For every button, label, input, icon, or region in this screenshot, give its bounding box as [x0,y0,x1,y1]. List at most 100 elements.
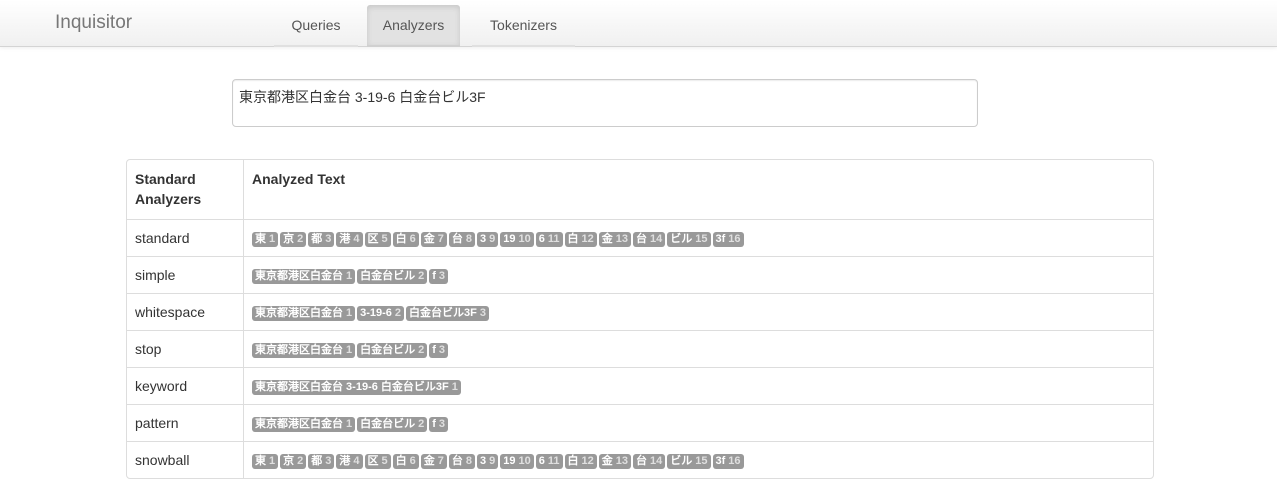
token-text: 白金台ビル [360,343,416,356]
token-position: 9 [489,454,496,467]
token-text: 3f [715,232,726,245]
token-badge: 京2 [280,453,307,469]
token-badge: 東京都港区白金台 1 [252,305,356,321]
token-position: 4 [353,232,360,245]
token-text: 東京都港区白金台 [255,343,343,356]
token-badge: 白6 [392,231,419,247]
token-text: 都 [311,454,323,467]
token-badge: 6 11 [535,453,563,469]
token-position: 11 [547,454,560,467]
token-position: 3 [438,269,446,282]
header-standard-analyzers: Standard Analyzers [127,160,244,219]
token-list: 東 1 京 2 都 3 港 4 区 5 白 6 金 7 台 8 3 9 19 10 6 11 白 12 金 13 台 14 ビル 15 3f… [244,441,1153,478]
table-row: standard 東 1 京 2 都 3 港 4 区 5 白 6 金 7 台 8 3 9 19 10 6 11 白 12 金 13 台… [127,219,1153,256]
token-badge: 白 12 [564,231,597,247]
token-text: 東京都港区白金台 [255,269,343,282]
token-position: 3 [325,454,332,467]
token-text: 港 [339,454,351,467]
token-text: 台 [451,454,463,467]
analyzer-name: snowball [127,441,244,478]
token-badge: 白金台ビル 2 [357,416,428,432]
token-position: 6 [409,232,416,245]
token-text: 3 [480,232,487,245]
token-badge: 台 14 [633,231,666,247]
token-badge: 白金台ビル 2 [357,342,428,358]
token-badge: 39 [477,453,499,469]
token-text: ビル [670,454,693,467]
token-badge: f3 [429,268,449,284]
token-text: 白 [567,232,579,245]
token-position: 3 [325,232,332,245]
token-list: 東 1 京 2 都 3 港 4 区 5 白 6 金 7 台 8 3 9 19 10 6 11 白 12 金 13 台 14 ビル 15 3f… [244,219,1153,256]
token-text: 19 [503,232,516,245]
table-row: snowball 東 1 京 2 都 3 港 4 区 5 白 6 金 7 台 8 3 9 19 10 6 11 白 12 金 13 台… [127,441,1153,478]
token-text: 京 [283,232,295,245]
token-badge: 3f 16 [712,231,744,247]
token-text: 金 [423,454,435,467]
token-position: 13 [615,232,629,245]
token-badge: 台8 [448,231,475,247]
token-badge: 区5 [364,453,391,469]
token-text: 東京都港区白金台 [255,417,343,430]
tab-analyzers[interactable]: Analyzers [367,5,460,47]
tab-tokenizers[interactable]: Tokenizers [472,5,575,47]
token-text: 東京都港区白金台 3-19-6 白金台ビル3F [255,380,449,393]
token-text: f [432,343,436,356]
token-position: 4 [353,454,360,467]
token-text: 東 [255,454,266,467]
token-position: 3 [438,343,446,356]
analyzer-results-table: Standard Analyzers Analyzed Text standar… [126,159,1154,479]
tab-queries[interactable]: Queries [274,5,358,47]
token-badge: 白金台ビル3F 3 [406,305,490,321]
token-position: 10 [518,454,531,467]
token-badge: 区5 [364,231,391,247]
token-position: 2 [297,232,304,245]
token-position: 16 [728,454,741,467]
token-position: 15 [695,454,708,467]
token-text: 東京都港区白金台 [255,306,343,319]
token-badge: 台 14 [633,453,666,469]
token-text: 白金台ビル [360,417,416,430]
token-position: 10 [518,232,531,245]
token-position: 6 [409,454,416,467]
token-badge: 港4 [336,453,363,469]
token-position: 3 [438,417,446,430]
token-position: 8 [465,454,472,467]
token-text: 港 [339,232,351,245]
table-header-row: Standard Analyzers Analyzed Text [127,160,1153,219]
token-position: 9 [489,232,496,245]
token-position: 1 [346,417,353,430]
token-text: 19 [503,454,516,467]
token-badge: 都3 [308,231,335,247]
token-list: 東京都港区白金台 1 白金台ビル 2 f 3 [244,256,1153,293]
token-position: 7 [437,232,444,245]
token-position: 5 [381,454,388,467]
token-badge: 東京都港区白金台 1 [252,268,356,284]
token-text: 白 [567,454,579,467]
token-badge: 6 11 [535,231,563,247]
token-text: f [432,269,436,282]
token-position: 1 [269,454,276,467]
table-row: stop 東京都港区白金台 1 白金台ビル 2 f 3 [127,330,1153,367]
table-row: keyword 東京都港区白金台 3-19-6 白金台ビル3F 1 [127,367,1153,404]
app-brand[interactable]: Inquisitor [55,12,132,34]
token-badge: 3f 16 [712,453,744,469]
token-text: 台 [636,454,648,467]
token-text: ビル [670,232,693,245]
token-position: 1 [346,306,353,319]
token-badge: 19 10 [500,231,534,247]
token-position: 15 [695,232,708,245]
token-badge: 39 [477,231,499,247]
token-position: 7 [437,454,444,467]
token-text: 都 [311,232,323,245]
token-badge: 白 12 [564,453,597,469]
token-text: 金 [423,232,435,245]
token-badge: 京2 [280,231,307,247]
header-analyzed-text: Analyzed Text [252,171,346,187]
token-position: 3 [479,306,487,319]
token-badge: 白6 [392,453,419,469]
token-position: 12 [581,454,594,467]
query-text-input[interactable]: 東京都港区白金台 3-19-6 白金台ビル3F [232,79,978,127]
token-badge: 金 13 [598,453,632,469]
token-list: 東京都港区白金台 1 3-19-6 2 白金台ビル3F 3 [244,293,1153,330]
